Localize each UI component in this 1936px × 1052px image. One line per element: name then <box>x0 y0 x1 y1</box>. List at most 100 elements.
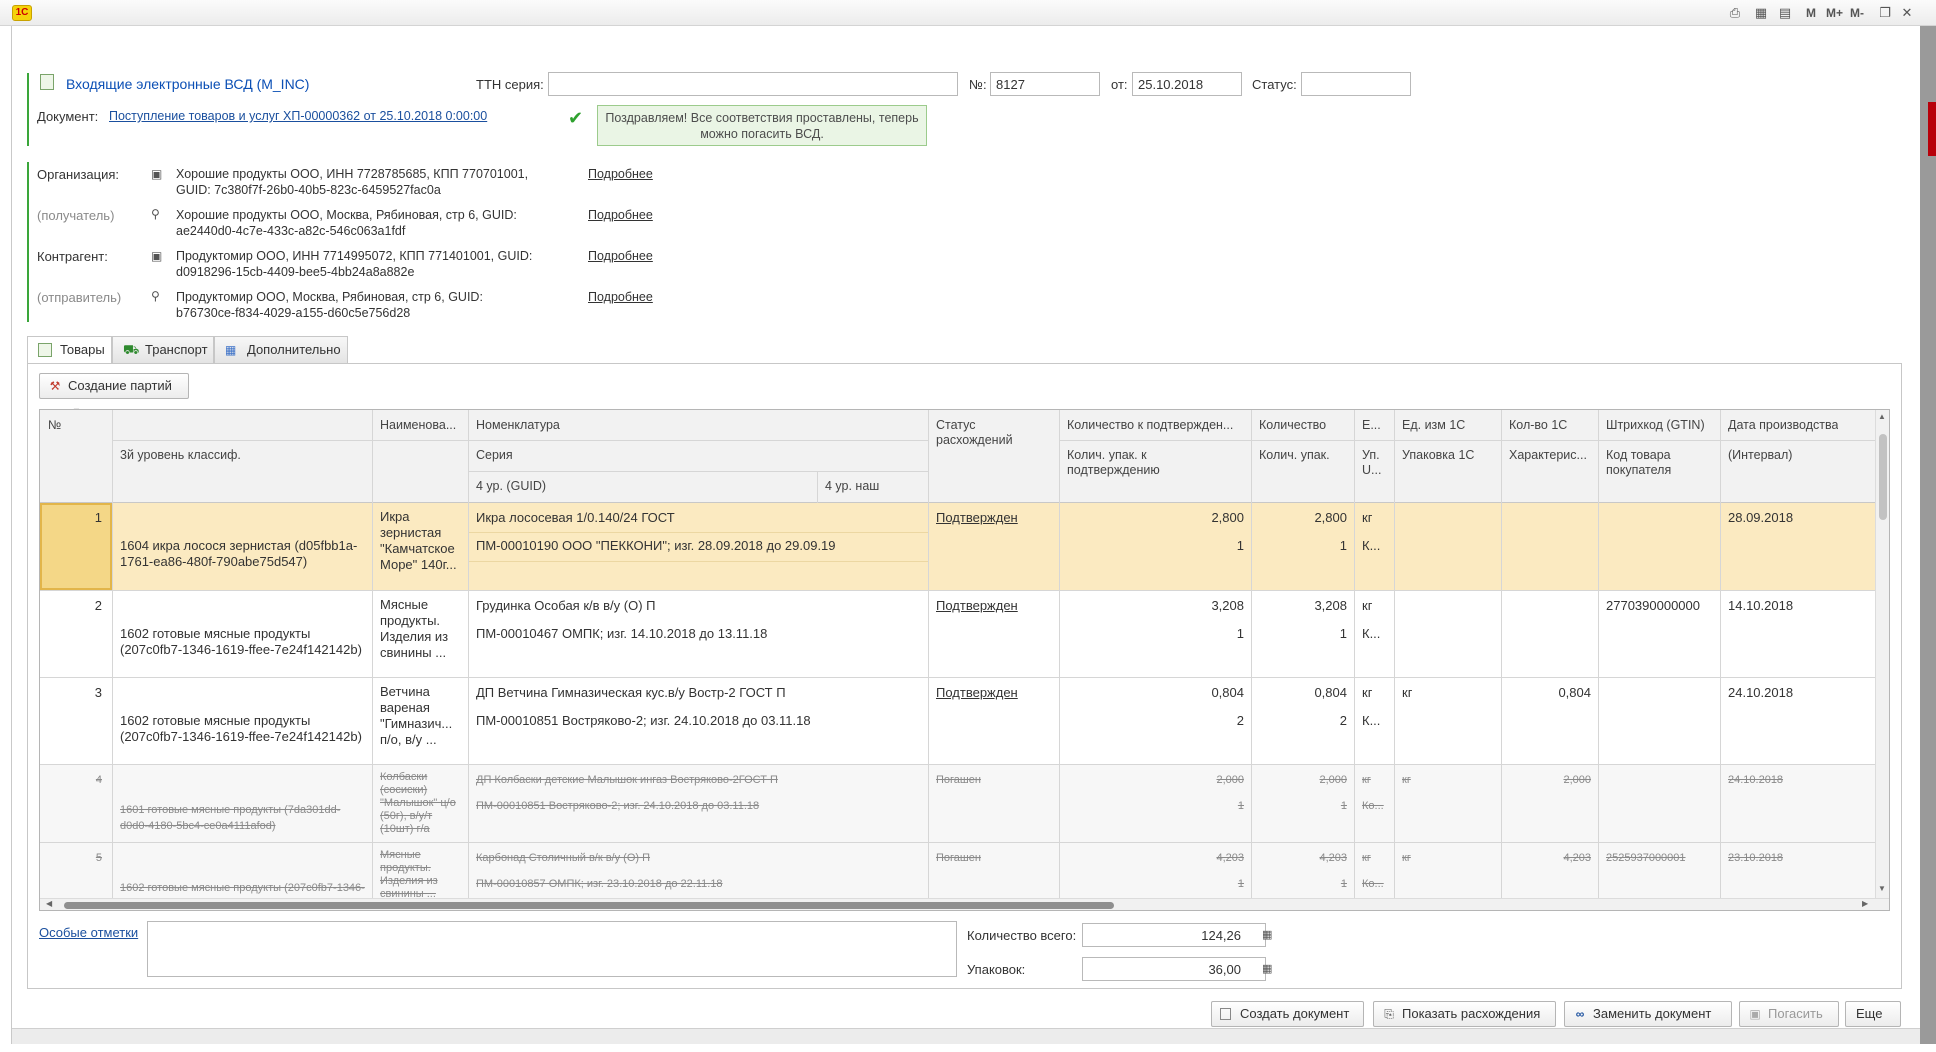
recipient-details-link[interactable]: Подробнее <box>588 208 653 222</box>
row-qty: 2,800 <box>1314 510 1347 525</box>
header-interval[interactable]: (Интервал) <box>1728 448 1792 463</box>
scroll-down-icon[interactable]: ▼ <box>1878 884 1886 893</box>
tab-transport[interactable]: ⛟ Транспорт <box>112 336 214 363</box>
goods-icon <box>38 343 52 357</box>
document-label: Документ: <box>37 109 99 124</box>
row-unit-sub: Ко... <box>1362 800 1384 812</box>
redeem-button[interactable]: ▣ Погасить <box>1739 1001 1839 1027</box>
calculator-icon[interactable]: ▦ <box>1262 962 1274 976</box>
spreadsheet-icon[interactable]: ▦ <box>1752 4 1770 22</box>
row-status[interactable]: Подтвержден <box>936 510 1018 526</box>
header-buyer-code-1[interactable]: Код товара <box>1606 448 1671 463</box>
row-name: Ветчина вареная "Гимназич... п/о, в/у ..… <box>380 684 453 747</box>
header-barcode[interactable]: Штрихкод (GTIN) <box>1606 418 1705 433</box>
row-prod-date: 28.09.2018 <box>1728 510 1794 525</box>
tab-goods[interactable]: Товары <box>27 336 112 364</box>
row-unit: кг <box>1362 598 1373 613</box>
header-qty-1c[interactable]: Кол-во 1С <box>1509 418 1567 433</box>
header-qty[interactable]: Количество <box>1259 418 1326 433</box>
table-row[interactable]: 5 1602 готовые мясные продукты (207c0fb7… <box>40 843 1875 898</box>
header-unit[interactable]: Е... <box>1362 418 1381 433</box>
row-status[interactable]: Погашен <box>936 772 981 788</box>
header-pack-qty[interactable]: Колич. упак. <box>1259 448 1330 463</box>
table-row[interactable]: 3 1602 готовые мясные продукты (207c0fb7… <box>40 678 1875 765</box>
vertical-scrollbar[interactable]: ▲ ▼ <box>1875 410 1889 898</box>
row-status[interactable]: Подтвержден <box>936 685 1018 701</box>
header-unit-sub-1[interactable]: Уп. <box>1362 448 1380 463</box>
header-name[interactable]: Наименова... <box>380 418 466 433</box>
header-class3[interactable]: 3й уровень классиф. <box>120 448 241 463</box>
header-characteristic[interactable]: Характерис... <box>1509 448 1597 463</box>
app-logo-icon: 1С <box>12 5 32 21</box>
window-titlebar: 1С ⎙ ▦ ▤ M M+ M- ❐ ✕ <box>0 0 1936 26</box>
row-prod-date: 24.10.2018 <box>1728 685 1794 700</box>
close-icon[interactable]: ✕ <box>1898 4 1916 22</box>
table-row[interactable]: 4 1601 готовые мясные продукты (7da301dd… <box>40 765 1875 843</box>
header-num[interactable]: № <box>48 418 61 433</box>
table-row[interactable]: 1 1604 икра лосося зернистая (d05fbb1a-1… <box>40 503 1875 591</box>
memory-m-button[interactable]: M <box>1806 4 1816 22</box>
print-icon[interactable]: ⎙ <box>1726 4 1744 22</box>
header-discrepancy-status-2[interactable]: расхождений <box>936 433 1013 448</box>
header-level4-ours[interactable]: 4 ур. наш <box>825 479 879 494</box>
horizontal-scrollbar[interactable]: ◀ ▶ <box>40 898 1889 910</box>
row-series: ПМ-00010851 Востряково-2; изг. 24.10.201… <box>476 800 760 812</box>
calculator-icon[interactable]: ▦ <box>1262 928 1274 942</box>
row-name: Икра зернистая "Камчатское Море" 140г... <box>380 509 457 572</box>
header-pack-to-confirm-1[interactable]: Колич. упак. к <box>1067 448 1147 463</box>
checkmark-icon: ✔ <box>568 108 584 128</box>
table-row[interactable]: 2 1602 готовые мясные продукты (207c0fb7… <box>40 591 1875 678</box>
vertical-scroll-thumb[interactable] <box>1879 434 1887 520</box>
date-field[interactable] <box>1132 72 1242 96</box>
header-pack-to-confirm-2[interactable]: подтверждению <box>1067 463 1160 478</box>
show-discrepancies-button[interactable]: ⎘ Показать расхождения <box>1373 1001 1556 1027</box>
replace-document-button[interactable]: ∞ Заменить документ <box>1564 1001 1732 1027</box>
special-marks-link[interactable]: Особые отметки <box>39 925 138 940</box>
scroll-left-icon[interactable]: ◀ <box>46 899 52 908</box>
row-status[interactable]: Подтвержден <box>936 598 1018 614</box>
special-marks-field[interactable] <box>147 921 957 977</box>
header-level4-guid[interactable]: 4 ур. (GUID) <box>476 479 546 494</box>
counterparty-details-link[interactable]: Подробнее <box>588 249 653 263</box>
create-batches-button[interactable]: ⚒ Создание партий ▼ <box>39 373 189 416</box>
horizontal-scroll-thumb[interactable] <box>64 902 1114 909</box>
memory-plus-button[interactable]: M+ <box>1826 4 1843 22</box>
success-notice: Поздравляем! Все соответствия проставлен… <box>597 105 927 146</box>
create-document-button[interactable]: Создать документ <box>1211 1001 1364 1027</box>
more-button[interactable]: Еще ▼ <box>1845 1001 1901 1044</box>
header-unit-sub-2[interactable]: U... <box>1362 463 1381 478</box>
header-buyer-code-2[interactable]: покупателя <box>1606 463 1671 478</box>
status-field[interactable] <box>1301 72 1411 96</box>
document-icon <box>1220 1008 1231 1020</box>
packs-field[interactable] <box>1082 957 1266 981</box>
row-unit: кг <box>1362 852 1371 864</box>
goods-table: № 3й уровень классиф. Наименова... Номен… <box>39 409 1890 911</box>
header-prod-date[interactable]: Дата производства <box>1728 418 1838 433</box>
scroll-up-icon[interactable]: ▲ <box>1878 412 1886 421</box>
scroll-right-icon[interactable]: ▶ <box>1862 899 1868 908</box>
header-series[interactable]: Серия <box>476 448 513 463</box>
sender-details-link[interactable]: Подробнее <box>588 290 653 304</box>
ttn-series-field[interactable] <box>548 72 958 96</box>
organization-details-link[interactable]: Подробнее <box>588 167 653 181</box>
header-discrepancy-status-1[interactable]: Статус <box>936 418 976 433</box>
header-nomenclature[interactable]: Номенклатура <box>476 418 560 433</box>
row-pack-qty: 2 <box>1339 713 1347 728</box>
memory-minus-button[interactable]: M- <box>1850 4 1864 22</box>
number-field[interactable] <box>990 72 1100 96</box>
document-link[interactable]: Поступление товаров и услуг ХП-00000362 … <box>109 109 487 123</box>
row-status[interactable]: Погашен <box>936 850 981 866</box>
tab-additional[interactable]: ▦ Дополнительно <box>214 336 348 363</box>
packs-label: Упаковок: <box>967 962 1026 977</box>
tab-transport-label: Транспорт <box>145 342 208 357</box>
redeem-label: Погасить <box>1768 1006 1823 1021</box>
header-pack-1c[interactable]: Упаковка 1С <box>1402 448 1474 463</box>
tab-additional-label: Дополнительно <box>247 342 341 357</box>
redeem-icon: ▣ <box>1749 1007 1761 1021</box>
header-qty-to-confirm[interactable]: Количество к подтвержден... <box>1067 418 1249 433</box>
restore-window-icon[interactable]: ❐ <box>1876 4 1894 22</box>
location-pin-icon: ⚲ <box>151 289 160 303</box>
calendar-icon[interactable]: ▤ <box>1776 4 1794 22</box>
total-qty-field[interactable] <box>1082 923 1266 947</box>
header-unit-1c[interactable]: Ед. изм 1С <box>1402 418 1465 433</box>
